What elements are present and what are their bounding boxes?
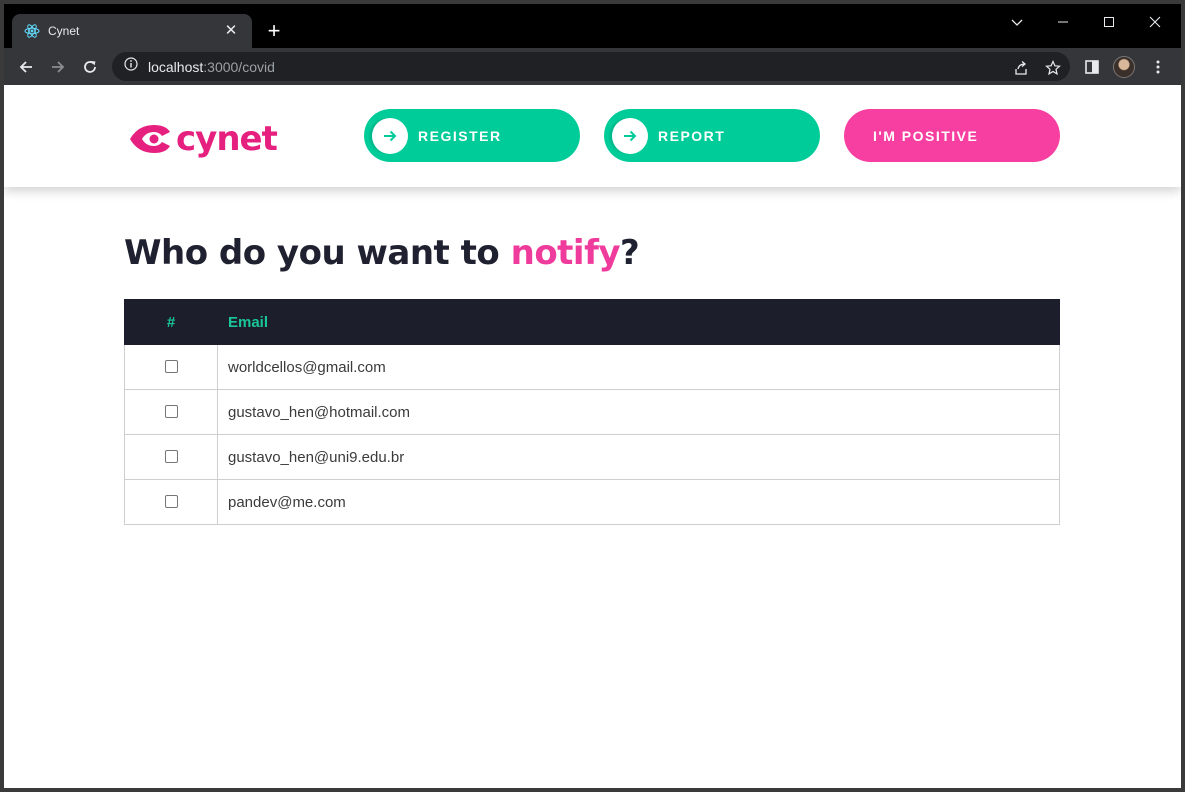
table-cell-checkbox: [124, 479, 218, 525]
table-row: worldcellos@gmail.com: [124, 344, 1060, 390]
arrow-right-icon: [372, 117, 408, 154]
table-cell-email: gustavo_hen@hotmail.com: [217, 389, 1060, 435]
forward-arrow-icon[interactable]: [46, 55, 70, 79]
browser-toolbar: localhost:3000/covid: [4, 48, 1181, 85]
logo-text: cynet: [176, 119, 278, 159]
minimize-icon[interactable]: [1040, 10, 1086, 34]
back-arrow-icon[interactable]: [14, 55, 38, 79]
bookmark-star-icon[interactable]: [1044, 59, 1062, 77]
table-row: gustavo_hen@uni9.edu.br: [124, 434, 1060, 480]
table-header-row: # Email: [124, 299, 1060, 345]
table-cell-email: pandev@me.com: [217, 479, 1060, 525]
web-page: cynet REGISTER REPORT I'M POSITIVE Who d…: [4, 85, 1181, 788]
arrow-right-icon: [612, 117, 648, 154]
register-label: REGISTER: [418, 127, 502, 144]
im-positive-button[interactable]: I'M POSITIVE: [844, 109, 1060, 162]
react-icon: [24, 23, 40, 39]
register-button[interactable]: REGISTER: [364, 109, 580, 162]
browser-window: Cynet ✕ + localhost:3000/covid cynet REG…: [4, 4, 1181, 788]
cynet-logo[interactable]: cynet: [128, 119, 278, 159]
close-window-icon[interactable]: [1132, 10, 1178, 34]
table-cell-checkbox: [124, 344, 218, 390]
site-header: cynet REGISTER REPORT I'M POSITIVE: [4, 85, 1181, 187]
reload-icon[interactable]: [78, 55, 102, 79]
table-cell-checkbox: [124, 434, 218, 480]
table-row: pandev@me.com: [124, 479, 1060, 525]
maximize-icon[interactable]: [1086, 10, 1132, 34]
tab-search-icon[interactable]: [994, 10, 1040, 34]
tab-strip: Cynet ✕ +: [4, 4, 1181, 48]
row-checkbox[interactable]: [164, 405, 178, 419]
row-checkbox[interactable]: [164, 495, 178, 509]
profile-avatar[interactable]: [1113, 56, 1135, 78]
table-cell-email: worldcellos@gmail.com: [217, 344, 1060, 390]
im-positive-label: I'M POSITIVE: [873, 127, 979, 144]
side-panel-icon[interactable]: [1083, 58, 1101, 76]
url-text: localhost:3000/covid: [148, 58, 275, 75]
new-tab-button[interactable]: +: [262, 20, 286, 44]
column-header-email: Email: [217, 299, 1060, 345]
row-checkbox[interactable]: [164, 360, 178, 374]
report-label: REPORT: [658, 127, 726, 144]
table-cell-email: gustavo_hen@uni9.edu.br: [217, 434, 1060, 480]
page-title: Who do you want to notify?: [124, 233, 640, 273]
info-icon[interactable]: [124, 57, 138, 76]
table-row: gustavo_hen@hotmail.com: [124, 389, 1060, 435]
tab-title: Cynet: [48, 24, 80, 38]
contacts-table: # Email worldcellos@gmail.com gustavo_he…: [124, 299, 1060, 525]
column-header-number: #: [124, 299, 218, 345]
table-cell-checkbox: [124, 389, 218, 435]
cynet-logo-icon: [130, 125, 170, 153]
address-bar[interactable]: localhost:3000/covid: [112, 52, 1070, 81]
row-checkbox[interactable]: [164, 450, 178, 464]
browser-tab[interactable]: Cynet ✕: [12, 14, 252, 48]
tab-close-icon[interactable]: ✕: [222, 22, 240, 40]
menu-dots-icon[interactable]: [1149, 58, 1167, 76]
report-button[interactable]: REPORT: [604, 109, 820, 162]
share-icon[interactable]: [1012, 59, 1030, 77]
